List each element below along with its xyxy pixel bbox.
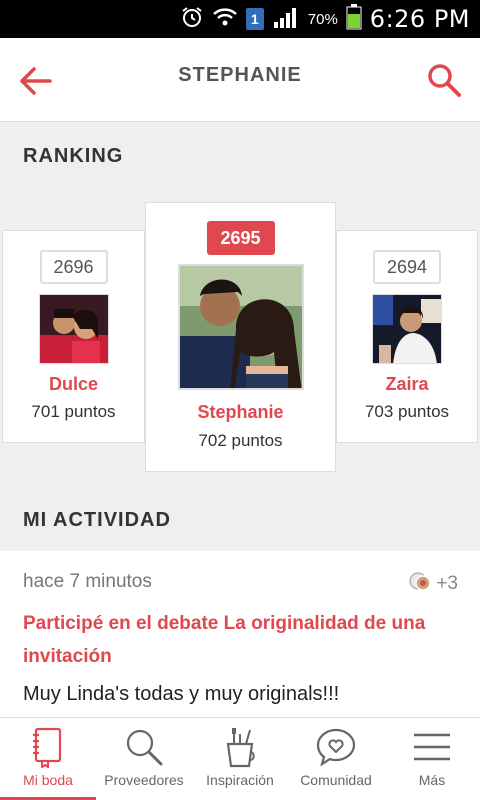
nav-label: Comunidad: [300, 772, 372, 788]
rank-points: 701 puntos: [31, 402, 116, 421]
avatar-stack-icon: [408, 569, 432, 599]
bottom-navigation: Mi boda Proveedores Inspiración Comunida…: [0, 717, 480, 800]
nav-proveedores[interactable]: Proveedores: [96, 718, 192, 800]
status-time: 6:26 PM: [369, 5, 470, 33]
heart-bubble-icon: [316, 728, 356, 767]
rank-points: 702 puntos: [198, 431, 283, 450]
nav-label: Más: [418, 772, 446, 788]
signal-icon: [272, 6, 300, 33]
battery-icon: [346, 3, 362, 35]
rank-number: 2696: [39, 250, 108, 284]
notebook-icon: [33, 727, 62, 768]
battery-percent: 70%: [307, 10, 338, 28]
ranking-card-dulce[interactable]: 2696 Dulce 701 puntos: [2, 230, 145, 443]
app-bar: STEPHANIE: [0, 38, 480, 122]
page-title: STEPHANIE: [178, 64, 302, 86]
ranking-card-stephanie[interactable]: 2695 Stephanie 702 puntos: [145, 202, 336, 472]
rank-name: Dulce: [48, 374, 99, 394]
alarm-icon: [180, 5, 204, 34]
activity-participants[interactable]: +3: [408, 569, 458, 599]
avatar: [372, 294, 442, 364]
search-icon[interactable]: [426, 62, 462, 98]
nav-mi-boda[interactable]: Mi boda: [0, 718, 96, 800]
rank-number: 2695: [206, 221, 275, 255]
search-icon: [126, 729, 163, 766]
status-bar: 1 70% 6:26 PM: [0, 0, 480, 38]
nav-mas[interactable]: Más: [384, 718, 480, 800]
rank-name: Zaira: [385, 374, 429, 394]
activity-body: Muy Linda's todas y muy originals!!!: [23, 683, 340, 705]
menu-icon: [414, 733, 450, 761]
rank-name: Stephanie: [197, 402, 284, 422]
nav-label: Mi boda: [23, 772, 73, 788]
avatar: [38, 294, 109, 364]
activity-item[interactable]: hace 7 minutos +3 Participé en el debate…: [0, 551, 480, 721]
wifi-icon: [212, 6, 238, 33]
rank-points: 703 puntos: [364, 402, 450, 421]
participants-count: +3: [436, 573, 458, 594]
nav-inspiracion[interactable]: Inspiración: [192, 718, 288, 800]
ranking-card-zaira[interactable]: 2694 Zaira 703 puntos: [336, 230, 478, 443]
activity-time: hace 7 minutos: [23, 571, 152, 592]
nav-comunidad[interactable]: Comunidad: [288, 718, 384, 800]
rank-number: 2694: [372, 250, 442, 284]
activity-heading: MI ACTIVIDAD: [23, 509, 171, 531]
brushes-icon: [226, 728, 255, 768]
sim-icon: 1: [245, 8, 264, 30]
avatar: [177, 264, 304, 390]
nav-label: Proveedores: [104, 772, 184, 788]
nav-label: Inspiración: [206, 772, 274, 788]
ranking-heading: RANKING: [23, 145, 124, 167]
activity-title-link[interactable]: Participé en el debate La originalidad d…: [23, 607, 453, 673]
